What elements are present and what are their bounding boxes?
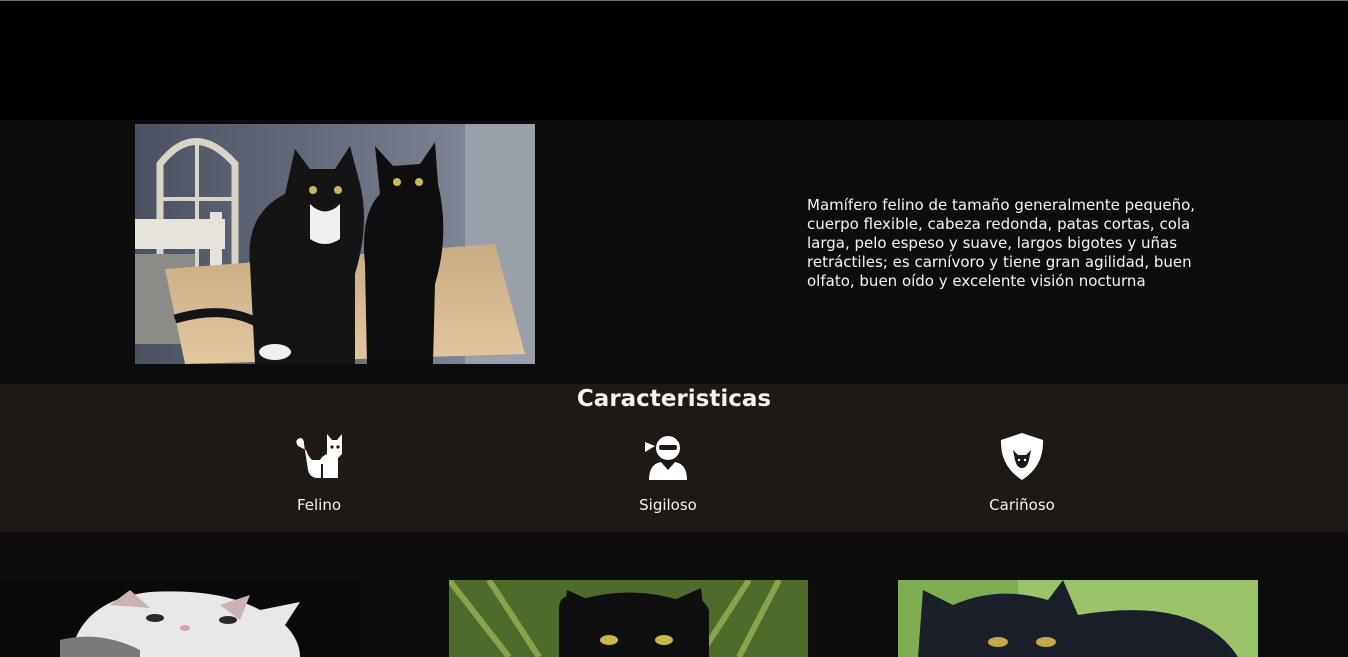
gallery-image-3	[898, 580, 1258, 657]
feature-label-carinoso: Cariñoso	[989, 496, 1055, 514]
gallery-image-1	[0, 580, 359, 657]
hero-description: Mamífero felino de tamaño generalmente p…	[807, 196, 1196, 290]
feature-sigiloso: Sigiloso	[588, 430, 748, 514]
ninja-icon	[641, 430, 695, 484]
gallery-image-2	[449, 580, 808, 657]
cat-icon	[292, 430, 346, 484]
features-title: Caracteristicas	[576, 386, 772, 412]
feature-felino: Felino	[239, 430, 399, 514]
feature-carinoso: Cariñoso	[942, 430, 1102, 514]
feature-label-felino: Felino	[296, 496, 342, 514]
gallery-section	[0, 532, 1348, 657]
hero-cats-image	[135, 124, 535, 364]
header-bar	[0, 1, 1348, 120]
feature-label-sigiloso: Sigiloso	[639, 496, 697, 514]
cat-shield-icon	[995, 430, 1049, 484]
features-section: Caracteristicas Felino Sigiloso Cariñoso	[0, 384, 1348, 532]
hero-section: Mamífero felino de tamaño generalmente p…	[0, 120, 1348, 384]
